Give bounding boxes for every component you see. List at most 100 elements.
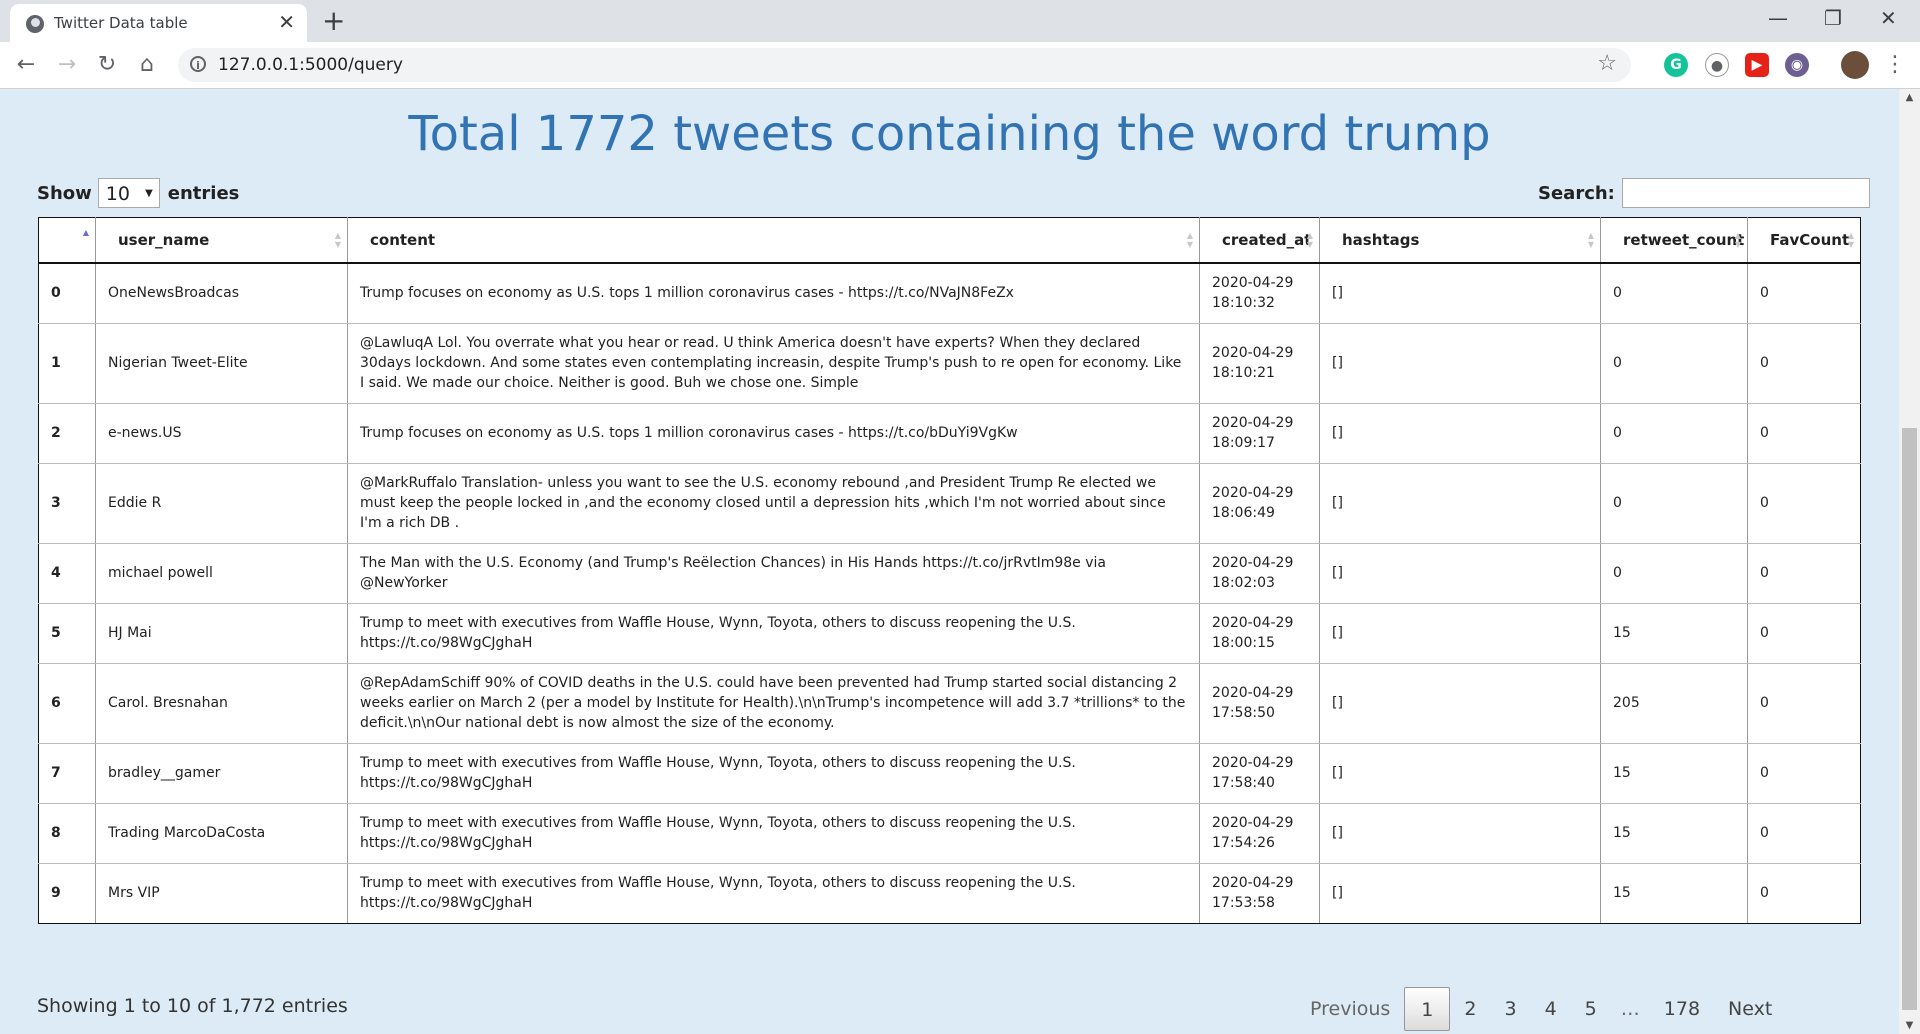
back-icon[interactable]: ← (12, 51, 40, 79)
favcount-cell: 0 (1747, 663, 1861, 744)
sort-icon: ▲ ▼ (1186, 231, 1193, 249)
reload-icon[interactable]: ↻ (93, 51, 121, 79)
created-at-cell: 2020-04-29 18:09:17 (1199, 403, 1320, 464)
pagination-page-last[interactable]: 178 (1650, 987, 1714, 1031)
table-row[interactable]: 8 Trading MarcoDaCosta Trump to meet wit… (38, 803, 1861, 864)
favcount-cell: 0 (1747, 743, 1861, 804)
table-row[interactable]: 9 Mrs VIP Trump to meet with executives … (38, 863, 1861, 924)
user-name-cell: HJ Mai (95, 603, 348, 664)
table-row[interactable]: 6 Carol. Bresnahan @RepAdamSchiff 90% of… (38, 663, 1861, 744)
user-name-cell: Nigerian Tweet-Elite (95, 323, 348, 404)
search-label: Search: (1538, 182, 1615, 204)
row-index: 9 (38, 863, 96, 924)
table-info-text: Showing 1 to 10 of 1,772 entries (37, 995, 348, 1017)
url-text[interactable]: 127.0.0.1:5000/query (218, 55, 403, 75)
retweet-count-cell: 15 (1600, 603, 1748, 664)
column-header-created-at[interactable]: created_at ▲ ▼ (1199, 217, 1320, 264)
browser-tab[interactable]: Twitter Data table ✕ (10, 4, 307, 42)
table-row[interactable]: 5 HJ Mai Trump to meet with executives f… (38, 603, 1861, 664)
tab-title: Twitter Data table (54, 14, 188, 32)
forward-icon[interactable]: → (53, 51, 81, 79)
window-close-icon[interactable]: ✕ (1880, 4, 1897, 32)
pagination-next-button[interactable]: Next (1714, 987, 1786, 1031)
column-header-user-name[interactable]: user_name ▲ ▼ (95, 217, 348, 264)
table-row[interactable]: 4 michael powell The Man with the U.S. E… (38, 543, 1861, 604)
sort-icon: ▲ ▼ (1734, 231, 1741, 249)
entries-length-select[interactable]: 10 ▼ (97, 178, 160, 208)
table-search-control: Search: (1538, 178, 1870, 208)
created-at-cell: 2020-04-29 17:58:40 (1199, 743, 1320, 804)
user-name-cell: Carol. Bresnahan (95, 663, 348, 744)
youtube-extension-icon[interactable]: ▶ (1745, 53, 1769, 77)
scroll-up-arrow-icon[interactable]: ▲ (1899, 89, 1920, 106)
browser-menu-icon[interactable]: ⋮ (1884, 51, 1906, 79)
pagination-page-5[interactable]: 5 (1571, 987, 1611, 1031)
column-header-retweet-count[interactable]: retweet_count ▲ ▼ (1600, 217, 1748, 264)
entries-length-value: 10 (105, 183, 130, 205)
favcount-cell: 0 (1747, 543, 1861, 604)
bookmark-star-icon[interactable]: ☆ (1597, 51, 1617, 76)
sort-icon: ▲ ▼ (334, 231, 341, 249)
row-index: 5 (38, 603, 96, 664)
page-scrollbar[interactable]: ▲ ▼ (1899, 89, 1920, 1034)
user-name-cell: bradley__gamer (95, 743, 348, 804)
pagination-page-3[interactable]: 3 (1490, 987, 1530, 1031)
column-header-index[interactable]: ▲ (38, 217, 96, 264)
pagination-page-2[interactable]: 2 (1450, 987, 1490, 1031)
entries-length-control: Show 10 ▼ entries (37, 178, 239, 208)
content-cell: @RepAdamSchiff 90% of COVID deaths in th… (347, 663, 1200, 744)
hashtags-cell: [] (1319, 863, 1601, 924)
favcount-cell: 0 (1747, 463, 1861, 544)
grammarly-extension-icon[interactable]: G (1664, 53, 1688, 77)
table-header-row: ▲ user_name ▲ ▼ content ▲ ▼ created_at ▲ ▼ has… (38, 217, 1861, 264)
favcount-cell: 0 (1747, 603, 1861, 664)
scroll-down-arrow-icon[interactable]: ▼ (1899, 1017, 1920, 1034)
address-bar[interactable]: i 127.0.0.1:5000/query ☆ (178, 48, 1631, 82)
extension-icon[interactable]: ◉ (1785, 53, 1809, 77)
pagination-page-1[interactable]: 1 (1404, 987, 1451, 1031)
pagination-previous-button[interactable]: Previous (1296, 987, 1404, 1031)
show-label: Show (37, 182, 92, 204)
hashtags-cell: [] (1319, 323, 1601, 404)
content-cell: @LawluqA Lol. You overrate what you hear… (347, 323, 1200, 404)
profile-avatar[interactable] (1841, 51, 1869, 79)
user-name-cell: Trading MarcoDaCosta (95, 803, 348, 864)
user-name-cell: michael powell (95, 543, 348, 604)
entries-label: entries (167, 182, 240, 204)
close-tab-icon[interactable]: ✕ (278, 11, 295, 33)
globe-icon (26, 15, 44, 33)
new-tab-button[interactable]: + (322, 6, 345, 36)
content-cell: Trump to meet with executives from Waffl… (347, 743, 1200, 804)
restore-icon[interactable]: ❐ (1824, 4, 1842, 32)
sort-icon: ▲ ▼ (1847, 231, 1854, 249)
sort-icon: ▲ ▼ (1587, 231, 1594, 249)
sort-ascending-icon: ▲ (82, 228, 89, 237)
site-info-icon[interactable]: i (190, 56, 206, 72)
extension-icon[interactable]: ● (1705, 53, 1729, 77)
home-icon[interactable]: ⌂ (133, 51, 161, 79)
sort-icon: ▲ ▼ (1306, 231, 1313, 249)
table-row[interactable]: 1 Nigerian Tweet-Elite @LawluqA Lol. You… (38, 323, 1861, 404)
row-index: 8 (38, 803, 96, 864)
hashtags-cell: [] (1319, 663, 1601, 744)
column-header-favcount[interactable]: FavCount ▲ ▼ (1747, 217, 1861, 264)
table-row[interactable]: 3 Eddie R @MarkRuffalo Translation- unle… (38, 463, 1861, 544)
created-at-cell: 2020-04-29 17:54:26 (1199, 803, 1320, 864)
hashtags-cell: [] (1319, 803, 1601, 864)
scroll-thumb[interactable] (1902, 428, 1917, 1010)
created-at-cell: 2020-04-29 18:10:21 (1199, 323, 1320, 404)
retweet-count-cell: 15 (1600, 863, 1748, 924)
table-row[interactable]: 2 e-news.US Trump focuses on economy as … (38, 403, 1861, 464)
retweet-count-cell: 205 (1600, 663, 1748, 744)
column-header-content[interactable]: content ▲ ▼ (347, 217, 1200, 264)
page-title: Total 1772 tweets containing the word tr… (408, 106, 1491, 162)
search-input[interactable] (1621, 178, 1870, 208)
pagination-page-4[interactable]: 4 (1531, 987, 1571, 1031)
row-index: 7 (38, 743, 96, 804)
column-header-hashtags[interactable]: hashtags ▲ ▼ (1319, 217, 1601, 264)
created-at-cell: 2020-04-29 17:53:58 (1199, 863, 1320, 924)
table-row[interactable]: 0 OneNewsBroadcas Trump focuses on econo… (38, 263, 1861, 324)
content-cell: Trump focuses on economy as U.S. tops 1 … (347, 403, 1200, 464)
minimize-icon[interactable]: — (1768, 4, 1788, 32)
table-row[interactable]: 7 bradley__gamer Trump to meet with exec… (38, 743, 1861, 804)
